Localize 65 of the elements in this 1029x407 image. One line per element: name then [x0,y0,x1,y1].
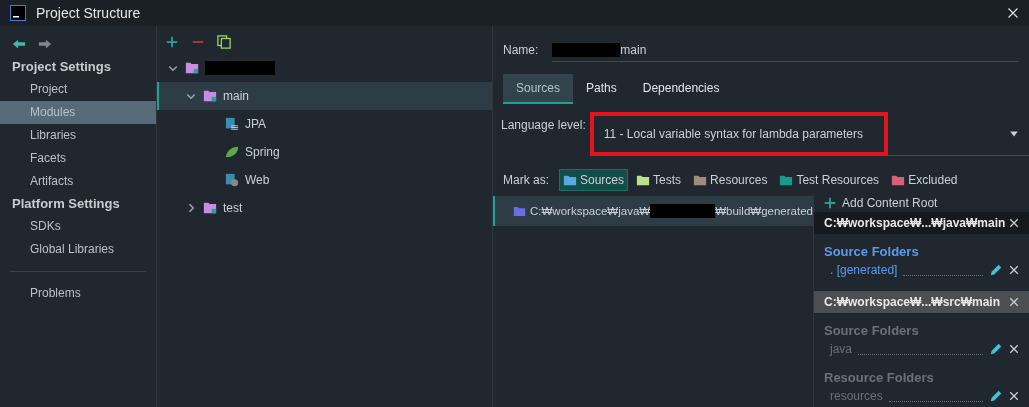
sidebar-item[interactable]: Global Libraries [0,238,156,261]
module-folder-icon [203,89,217,103]
source-folder-icon [513,204,526,218]
window-title: Project Structure [36,5,142,21]
folder-icon [636,173,651,187]
group-title: Resource Folders [823,369,935,385]
mark-as-button[interactable]: Sources [559,169,629,191]
tree-item[interactable]: main [157,82,492,110]
folder-name: . [generated] [830,263,898,277]
module-folder-icon [185,61,199,75]
leaf-icon [225,145,239,159]
copy-icon [217,35,231,49]
tree-item[interactable]: Spring [157,138,492,166]
folder-name: java [830,342,852,356]
module-folder-icon [203,201,217,215]
close-icon [1009,297,1019,307]
forward-arrow-icon [38,37,52,51]
mark-as-label: Mark as: [503,173,549,187]
language-level-label: Language level: [501,118,586,132]
content-root-header[interactable]: C:₩workspace₩...₩java₩main [814,212,1029,234]
sidebar-item[interactable]: Libraries [0,124,156,147]
sidebar-item[interactable]: SDKs [0,215,156,238]
sidebar-item[interactable]: Facets [0,147,156,170]
database-icon [225,117,239,131]
sidebar-item[interactable]: Project [0,78,156,101]
mark-as-button[interactable]: Tests [632,169,686,191]
close-icon [1009,218,1019,228]
close-icon [1009,391,1019,401]
mark-as-button[interactable]: Test Resources [775,169,884,191]
folder-name: resources [830,389,883,403]
mark-as-button[interactable]: Resources [689,169,772,191]
group-title: Source Folders [823,322,920,338]
pencil-icon [989,342,1003,356]
folder-icon [693,173,708,187]
tab[interactable]: Dependencies [629,74,733,104]
close-icon [1009,265,1019,275]
close-icon [1009,344,1019,354]
section-title: Platform Settings [11,195,121,213]
tab[interactable]: Sources [503,74,574,104]
sidebar-item[interactable]: Artifacts [0,170,156,193]
section-title: Project Settings [11,58,112,76]
name-label: Name: [503,43,539,57]
tab[interactable]: Paths [573,74,630,104]
source-root-row[interactable]: C:₩workspace₩java₩ ₩build₩generated [493,196,813,226]
group-title: Source Folders [823,243,920,259]
app-logo-icon [10,5,26,21]
add-content-root-button[interactable]: Add Content Root [814,194,1029,212]
close-icon [1007,7,1019,19]
add-icon [165,35,179,49]
tree-item[interactable]: Web [157,166,492,194]
redaction-bar [650,204,716,218]
name-field[interactable]: main [552,38,1019,62]
folder-icon [779,173,794,187]
globe-icon [225,173,239,187]
folder-icon [891,173,906,187]
tree-item[interactable]: JPA [157,110,492,138]
add-icon [824,197,836,209]
content-root-header[interactable]: C:₩workspace₩...₩src₩main [814,291,1029,313]
mark-as-button[interactable]: Excluded [887,169,962,191]
sidebar-item[interactable]: Problems [0,282,156,305]
tree-item[interactable]: test [157,194,492,222]
back-arrow-icon [12,37,26,51]
pencil-icon [989,389,1003,403]
folder-icon [563,173,577,187]
pencil-icon [989,263,1003,277]
